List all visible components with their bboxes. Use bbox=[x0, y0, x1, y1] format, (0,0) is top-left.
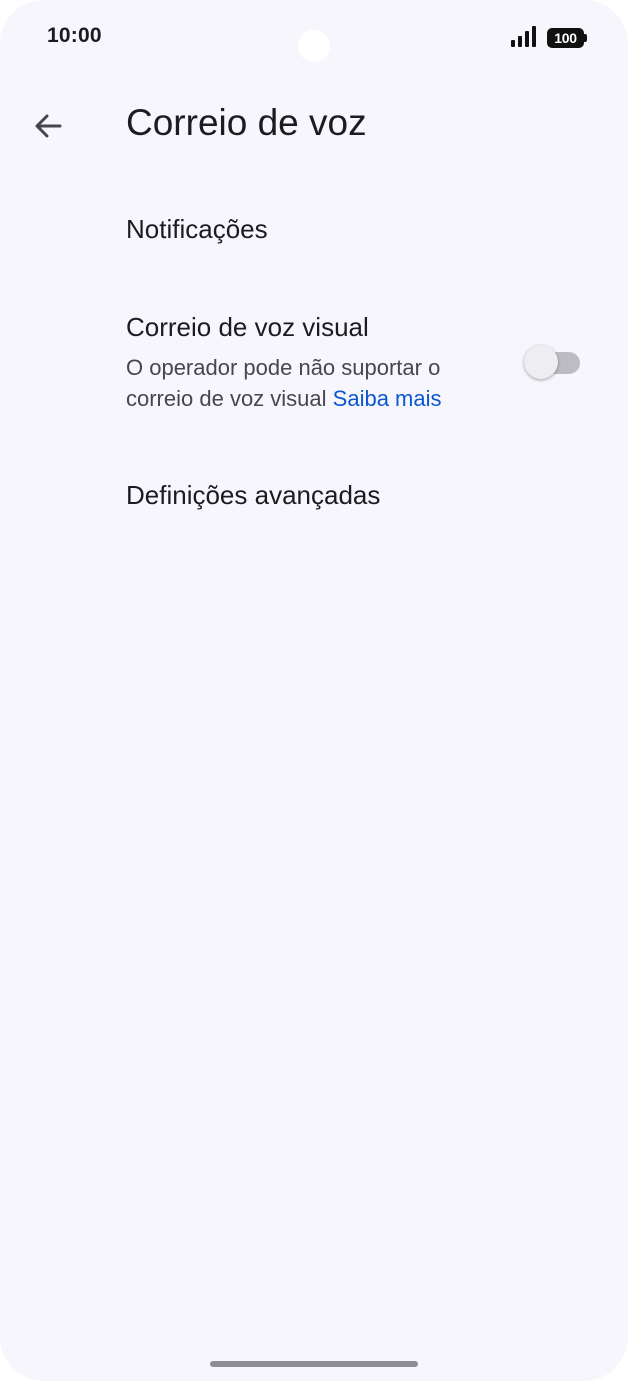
learn-more-link[interactable]: Saiba mais bbox=[333, 386, 442, 411]
visual-voicemail-summary: O operador pode não suportar o correio d… bbox=[126, 352, 506, 414]
cellular-signal-icon bbox=[511, 26, 536, 47]
back-button[interactable] bbox=[22, 100, 74, 152]
advanced-settings-title: Definições avançadas bbox=[126, 480, 381, 510]
status-bar: 10:00 100 bbox=[0, 0, 628, 76]
page-title: Correio de voz bbox=[126, 102, 367, 143]
battery-tip bbox=[584, 34, 587, 42]
settings-item-notifications[interactable]: Notificações bbox=[0, 196, 628, 268]
status-time: 10:00 bbox=[47, 24, 102, 47]
battery-icon: 100 bbox=[547, 28, 589, 48]
camera-cutout bbox=[298, 30, 330, 62]
phone-screen: 10:00 100 Correio de voz Notificações Co… bbox=[0, 0, 628, 1381]
visual-voicemail-title: Correio de voz visual bbox=[126, 312, 369, 342]
visual-voicemail-toggle[interactable] bbox=[524, 344, 582, 380]
toggle-thumb bbox=[524, 345, 558, 379]
battery-level: 100 bbox=[547, 28, 584, 48]
notifications-title: Notificações bbox=[126, 214, 268, 244]
home-indicator[interactable] bbox=[210, 1361, 418, 1367]
arrow-back-icon bbox=[35, 114, 62, 138]
settings-item-advanced[interactable]: Definições avançadas bbox=[0, 460, 628, 532]
